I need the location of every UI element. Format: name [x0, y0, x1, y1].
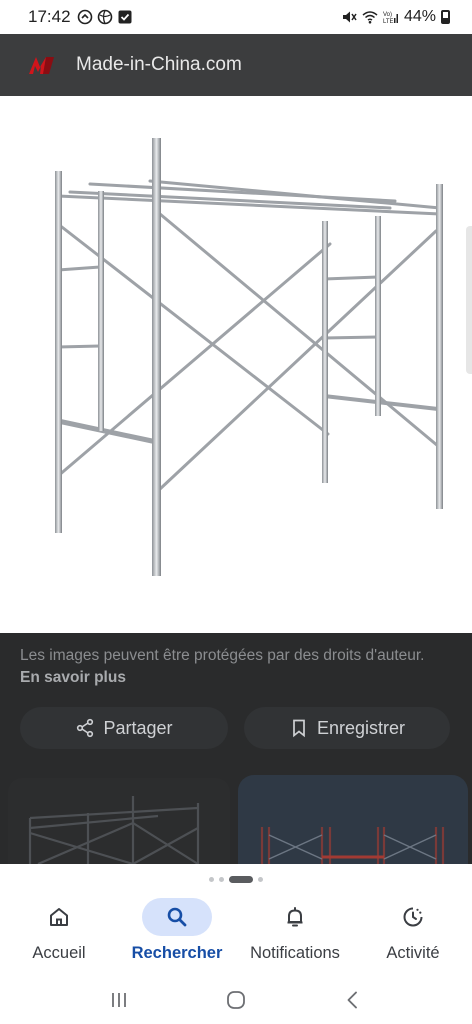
nav-item-search[interactable]: Rechercher: [118, 898, 236, 976]
nav-pill-active: [142, 898, 212, 936]
signal-icon: Vo)LTE: [383, 12, 398, 25]
carousel-dot-active: [229, 876, 253, 883]
bookmark-icon: [293, 719, 305, 738]
wifi-icon: [362, 11, 378, 24]
recent-apps-icon[interactable]: [108, 989, 130, 1011]
bottom-navigation: Accueil Rechercher Notifications Activit…: [0, 898, 472, 976]
svg-text:Vo): Vo): [383, 12, 392, 18]
nav-label-home: Accueil: [32, 944, 86, 962]
save-label: Enregistrer: [316, 717, 406, 738]
share-label: Partager: [103, 717, 173, 738]
nav-pill: [260, 898, 330, 936]
bottom-area: Accueil Rechercher Notifications Activit…: [0, 864, 472, 1024]
nav-item-activity[interactable]: Activité: [354, 898, 472, 976]
carousel-dot: [258, 877, 263, 882]
status-system-icons: Vo) LTE 44%: [341, 8, 450, 26]
sync-icon: [77, 9, 92, 25]
nav-label-notifications: Notifications: [250, 944, 340, 962]
carousel-dot: [219, 877, 224, 882]
made-in-china-logo: [29, 57, 54, 74]
status-bar: 17:42 Vo) LTE 44%: [0, 0, 472, 34]
globe-icon: [97, 9, 112, 25]
nav-label-activity: Activité: [386, 944, 440, 962]
carousel-indicator: [0, 876, 472, 883]
back-icon[interactable]: [342, 989, 364, 1011]
svg-text:LTE: LTE: [383, 19, 394, 25]
copyright-notice: Les images peuvent être protégées par de…: [20, 645, 440, 689]
search-icon: [167, 907, 187, 927]
share-icon: [77, 718, 94, 738]
status-notification-icons: [77, 9, 133, 25]
side-panel-handle[interactable]: [466, 226, 472, 374]
bell-icon: [287, 907, 303, 927]
system-navigation-bar: [0, 976, 472, 1024]
nav-item-notifications[interactable]: Notifications: [236, 898, 354, 976]
status-time: 17:42: [28, 7, 71, 26]
nav-item-home[interactable]: Accueil: [0, 898, 118, 976]
home-button-icon[interactable]: [225, 989, 247, 1011]
copyright-text: Les images peuvent être protégées par de…: [20, 647, 425, 664]
source-bar[interactable]: Made-in-China.com: [0, 34, 472, 96]
battery-percent: 44%: [403, 8, 436, 25]
related-image-thumbnail[interactable]: [238, 775, 468, 864]
checkbox-icon: [118, 10, 132, 24]
nav-pill: [378, 898, 448, 936]
scaffolding-image: [55, 138, 443, 576]
share-button[interactable]: Partager: [20, 707, 228, 749]
source-site-name: Made-in-China.com: [76, 54, 242, 75]
related-image-thumbnail[interactable]: [8, 778, 230, 864]
thumbnail-scaffold-image: [28, 796, 200, 864]
home-icon: [50, 908, 68, 926]
battery-icon: [441, 10, 450, 24]
carousel-dot: [209, 877, 214, 882]
mute-icon: [342, 11, 357, 23]
save-button[interactable]: Enregistrer: [244, 707, 450, 749]
thumbnail-red-scaffold-image: [260, 827, 445, 864]
image-preview[interactable]: [0, 96, 472, 633]
nav-pill: [24, 898, 94, 936]
activity-icon: [403, 907, 423, 927]
nav-label-search: Rechercher: [131, 944, 223, 962]
learn-more-link[interactable]: En savoir plus: [20, 669, 126, 686]
